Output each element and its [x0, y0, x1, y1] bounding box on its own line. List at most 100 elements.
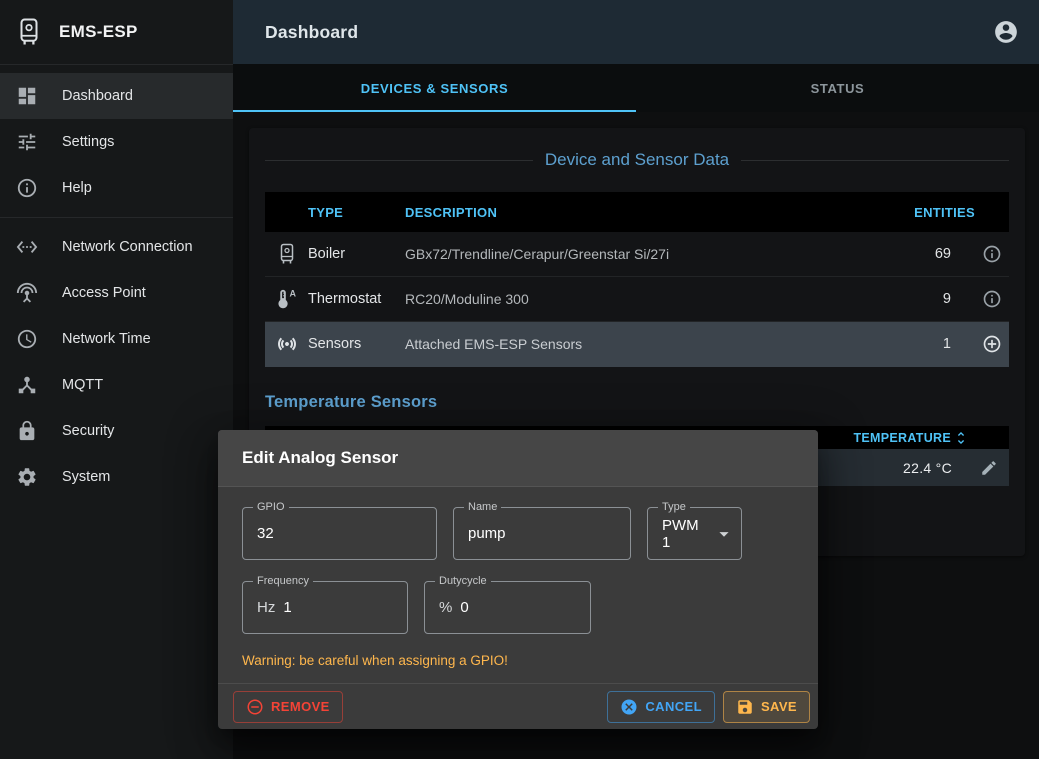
- page-title: Dashboard: [265, 22, 358, 43]
- sidebar-item-mqtt[interactable]: MQTT: [0, 362, 233, 408]
- sidebar-item-dashboard[interactable]: Dashboard: [0, 73, 233, 119]
- ethernet-icon: [16, 236, 38, 258]
- device-description: GBx72/Trendline/Cerapur/Greenstar Si/27i: [405, 246, 885, 262]
- antenna-icon: [16, 282, 38, 304]
- dutycycle-label: Dutycycle: [435, 575, 491, 588]
- brand-name: EMS-ESP: [59, 22, 138, 42]
- sidebar: EMS-ESP Dashboard Settings Help Network …: [0, 0, 233, 759]
- sidebar-item-label: Settings: [62, 134, 114, 150]
- cancel-circle-icon: [620, 698, 638, 716]
- sidebar-item-label: Network Time: [62, 331, 151, 347]
- emsesp-logo-icon: [14, 17, 44, 47]
- sidebar-item-settings[interactable]: Settings: [0, 119, 233, 165]
- frequency-field: Frequency Hz: [242, 581, 408, 634]
- info-circle-icon[interactable]: [975, 289, 1009, 309]
- frequency-input[interactable]: [283, 599, 393, 616]
- temperature-sensors-heading: Temperature Sensors: [265, 393, 1009, 412]
- sidebar-divider: [0, 217, 233, 218]
- device-hub-icon: [16, 374, 38, 396]
- gpio-warning-text: Warning: be careful when assigning a GPI…: [242, 653, 794, 668]
- temperature-value: 22.4 °C: [819, 460, 969, 476]
- divider-line: [265, 160, 533, 161]
- tab-devices-sensors[interactable]: DEVICES & SENSORS: [233, 64, 636, 112]
- edit-analog-sensor-dialog: Edit Analog Sensor GPIO Name Type PWM 1: [218, 430, 818, 729]
- device-type: Thermostat: [308, 291, 405, 307]
- device-description: Attached EMS-ESP Sensors: [405, 336, 885, 352]
- sidebar-item-label: Access Point: [62, 285, 146, 301]
- sidebar-nav: Dashboard Settings Help Network Connecti…: [0, 65, 233, 500]
- divider-line: [741, 160, 1009, 161]
- dutycycle-input[interactable]: [460, 599, 576, 616]
- col-description: DESCRIPTION: [405, 205, 885, 220]
- app-root: EMS-ESP Dashboard Settings Help Network …: [0, 0, 1039, 759]
- info-circle-icon[interactable]: [975, 244, 1009, 264]
- sidebar-item-system[interactable]: System: [0, 454, 233, 500]
- add-circle-icon[interactable]: [975, 334, 1009, 354]
- table-row-sensors[interactable]: Sensors Attached EMS-ESP Sensors 1: [265, 322, 1009, 367]
- tab-status[interactable]: STATUS: [636, 64, 1039, 112]
- tune-icon: [16, 131, 38, 153]
- sidebar-item-label: System: [62, 469, 110, 485]
- device-table-header: TYPE DESCRIPTION ENTITIES: [265, 192, 1009, 232]
- type-select[interactable]: Type PWM 1: [647, 507, 742, 560]
- col-type: TYPE: [308, 205, 405, 220]
- sensors-icon: [265, 332, 308, 356]
- col-temperature: TEMPERATURE: [853, 431, 951, 445]
- sidebar-item-security[interactable]: Security: [0, 408, 233, 454]
- dutycycle-field: Dutycycle %: [424, 581, 591, 634]
- dashboard-icon: [16, 85, 38, 107]
- col-entities: ENTITIES: [885, 205, 975, 220]
- name-field: Name: [453, 507, 631, 560]
- sidebar-item-label: Security: [62, 423, 114, 439]
- table-row-boiler[interactable]: Boiler GBx72/Trendline/Cerapur/Greenstar…: [265, 232, 1009, 277]
- sidebar-item-access-point[interactable]: Access Point: [0, 270, 233, 316]
- thermostat-icon: [265, 287, 308, 311]
- device-type: Boiler: [308, 246, 405, 262]
- sidebar-item-label: Dashboard: [62, 88, 133, 104]
- dutycycle-unit: %: [439, 599, 452, 616]
- gpio-input[interactable]: [257, 525, 422, 542]
- sidebar-item-network-time[interactable]: Network Time: [0, 316, 233, 362]
- dialog-body: GPIO Name Type PWM 1 Frequency Hz: [218, 487, 818, 683]
- dialog-title: Edit Analog Sensor: [218, 430, 818, 487]
- brand: EMS-ESP: [0, 0, 233, 65]
- clock-icon: [16, 328, 38, 350]
- device-entities: 9: [885, 291, 975, 307]
- sidebar-item-label: MQTT: [62, 377, 103, 393]
- chevron-down-icon: [713, 523, 735, 545]
- frequency-label: Frequency: [253, 575, 313, 588]
- appbar: Dashboard: [233, 0, 1039, 64]
- account-circle-icon[interactable]: [993, 19, 1019, 45]
- dialog-footer: REMOVE CANCEL SAVE: [218, 683, 818, 729]
- device-entities: 1: [885, 336, 975, 352]
- type-value: PWM 1: [662, 517, 705, 551]
- save-button[interactable]: SAVE: [723, 691, 810, 723]
- col-temperature-sort[interactable]: TEMPERATURE: [819, 430, 969, 446]
- device-type: Sensors: [308, 336, 405, 352]
- remove-circle-icon: [246, 698, 264, 716]
- device-entities: 69: [885, 246, 975, 262]
- section-title: Device and Sensor Data: [545, 150, 729, 170]
- sidebar-item-label: Network Connection: [62, 239, 193, 255]
- name-input[interactable]: [468, 525, 616, 542]
- sidebar-item-help[interactable]: Help: [0, 165, 233, 211]
- info-icon: [16, 177, 38, 199]
- gpio-label: GPIO: [253, 501, 289, 514]
- gpio-field: GPIO: [242, 507, 437, 560]
- sidebar-item-label: Help: [62, 180, 92, 196]
- tabbar: DEVICES & SENSORS STATUS: [233, 64, 1039, 112]
- device-description: RC20/Moduline 300: [405, 291, 885, 307]
- lock-icon: [16, 420, 38, 442]
- remove-button[interactable]: REMOVE: [233, 691, 343, 723]
- sort-icon: [953, 430, 969, 446]
- boiler-icon: [265, 242, 308, 266]
- frequency-unit: Hz: [257, 599, 275, 616]
- cancel-button[interactable]: CANCEL: [607, 691, 715, 723]
- gear-icon: [16, 466, 38, 488]
- table-row-thermostat[interactable]: Thermostat RC20/Moduline 300 9: [265, 277, 1009, 322]
- type-label: Type: [658, 501, 690, 514]
- name-label: Name: [464, 501, 501, 514]
- section-title-divider: Device and Sensor Data: [265, 150, 1009, 170]
- edit-pencil-icon[interactable]: [969, 459, 1009, 477]
- sidebar-item-network-connection[interactable]: Network Connection: [0, 224, 233, 270]
